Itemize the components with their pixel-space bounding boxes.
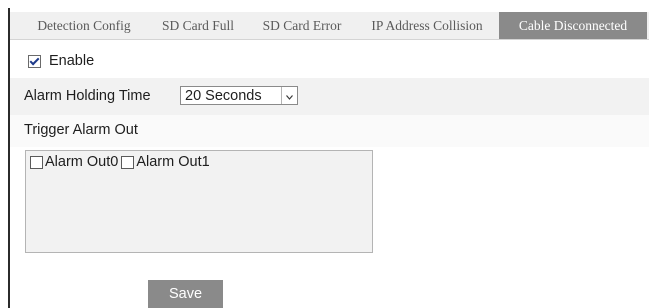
tab-sd-card-error[interactable]: SD Card Error	[250, 12, 354, 39]
tab-bar: Detection Config SD Card Full SD Card Er…	[10, 12, 649, 40]
tab-sd-card-full[interactable]: SD Card Full	[150, 12, 246, 39]
left-frame-border	[8, 8, 10, 308]
enable-label: Enable	[49, 53, 95, 69]
enable-checkbox[interactable]	[28, 54, 41, 68]
alarm-out1-checkbox[interactable]	[121, 155, 135, 169]
alarm-holding-value: 20 Seconds	[185, 88, 262, 104]
tab-cable-disconnected[interactable]: Cable Disconnected	[499, 12, 647, 39]
alarm-out0-item[interactable]: Alarm Out0	[30, 154, 118, 170]
alarm-out0-checkbox[interactable]	[30, 155, 43, 169]
alarm-holding-label: Alarm Holding Time	[24, 88, 151, 104]
save-button[interactable]: Save	[148, 280, 223, 308]
chevron-down-icon[interactable]	[281, 87, 297, 104]
alarm-out1-label: Alarm Out1	[136, 154, 210, 170]
trigger-alarm-out-label: Trigger Alarm Out	[24, 122, 138, 138]
alarm-out-list: Alarm Out0 Alarm Out1	[25, 150, 373, 253]
tab-ip-address-collision[interactable]: IP Address Collision	[357, 12, 497, 39]
enable-row: Enable	[28, 52, 94, 70]
alarm-holding-select[interactable]: 20 Seconds	[180, 86, 298, 105]
alarm-out0-label: Alarm Out0	[45, 154, 119, 170]
alarm-out1-item[interactable]: Alarm Out1	[121, 154, 210, 170]
tab-detection-config[interactable]: Detection Config	[22, 12, 146, 39]
